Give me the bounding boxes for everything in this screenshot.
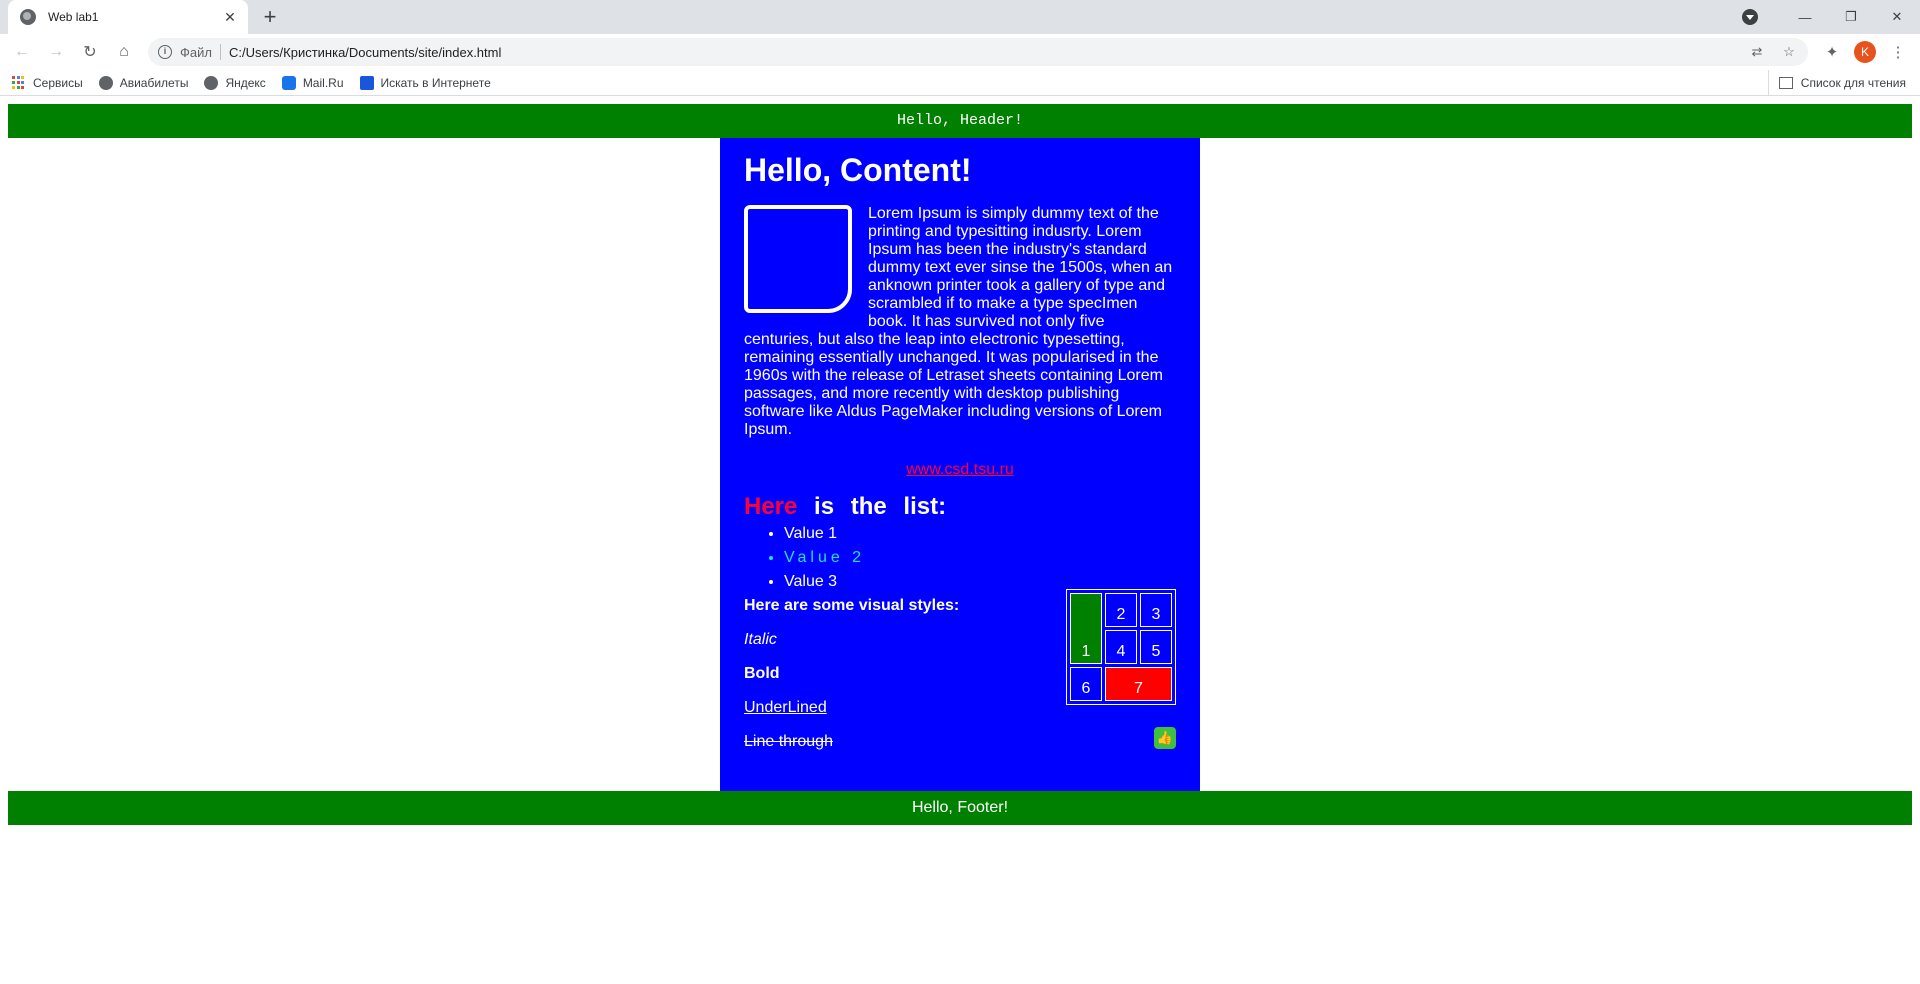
mail-icon bbox=[281, 75, 296, 90]
visual-styles-block: Here are some visual styles: Italic Bold… bbox=[744, 589, 1176, 751]
bookmark-mailru[interactable]: Mail.Ru bbox=[281, 75, 344, 90]
reading-list-label: Список для чтения bbox=[1800, 76, 1906, 90]
search-icon bbox=[359, 75, 374, 90]
table-cell: 7 bbox=[1105, 667, 1172, 701]
extensions-area: ✦ K ⋮ bbox=[1818, 41, 1912, 63]
globe-icon bbox=[20, 9, 36, 25]
list-title-rest: is the list: bbox=[814, 493, 947, 520]
bookmark-aviabilety[interactable]: Авиабилеты bbox=[98, 75, 189, 90]
url-separator bbox=[219, 44, 221, 60]
csd-link[interactable]: www.csd.tsu.ru bbox=[906, 461, 1014, 478]
bookmark-label: Сервисы bbox=[33, 75, 83, 90]
bookmark-label: Яндекс bbox=[225, 75, 266, 90]
bookmark-star-icon[interactable]: ☆ bbox=[1780, 44, 1798, 60]
list-title: Here is the list: bbox=[744, 493, 1176, 521]
bookmark-label: Авиабилеты bbox=[119, 75, 189, 90]
content-title: Hello, Content! bbox=[744, 152, 972, 188]
url-text[interactable]: C:/Users/Кристинка/Documents/site/index.… bbox=[229, 45, 1734, 60]
values-list: Value 1 Value 2 Value 3 bbox=[784, 525, 1176, 591]
globe-icon bbox=[204, 75, 219, 90]
list-title-here: Here bbox=[744, 493, 798, 520]
forward-icon[interactable]: → bbox=[42, 38, 70, 66]
table-cell: 4 bbox=[1105, 630, 1137, 664]
tab-strip: Web lab1 ✕ + — ❐ ✕ bbox=[0, 0, 1920, 34]
browser-tab[interactable]: Web lab1 ✕ bbox=[8, 0, 248, 34]
table-cell: 2 bbox=[1105, 593, 1137, 627]
cells-table: 1 2 3 4 5 6 7 bbox=[1066, 589, 1176, 705]
minimize-button[interactable]: — bbox=[1782, 10, 1828, 25]
bookmark-search[interactable]: Искать в Интернете bbox=[359, 75, 491, 90]
info-icon[interactable]: i bbox=[158, 45, 172, 59]
apps-grid-icon bbox=[12, 75, 26, 90]
new-tab-button[interactable]: + bbox=[256, 3, 284, 31]
rounded-box bbox=[744, 205, 852, 313]
link-container: www.csd.tsu.ru bbox=[744, 461, 1176, 479]
browser-toolbar: ← → ↻ ⌂ i Файл C:/Users/Кристинка/Docume… bbox=[0, 34, 1920, 70]
back-icon[interactable]: ← bbox=[8, 38, 36, 66]
page-header: Hello, Header! bbox=[8, 104, 1912, 138]
table-cell: 1 bbox=[1070, 593, 1102, 664]
tab-search-icon[interactable] bbox=[1742, 9, 1758, 25]
bookmark-label: Искать в Интернете bbox=[380, 75, 491, 90]
content-section: Hello, Content! Lorem Ipsum is simply du… bbox=[720, 138, 1200, 791]
window-controls: — ❐ ✕ bbox=[1742, 0, 1920, 34]
restore-button[interactable]: ❐ bbox=[1828, 9, 1874, 25]
list-item: Value 1 bbox=[784, 525, 1176, 543]
bookmark-yandex[interactable]: Яндекс bbox=[204, 75, 266, 90]
thumbs-up-icon: 👍 bbox=[1154, 727, 1176, 749]
bookmark-label: Mail.Ru bbox=[302, 75, 344, 90]
style-linethrough: Line through bbox=[744, 733, 833, 750]
table-cell: 3 bbox=[1140, 593, 1172, 627]
address-bar[interactable]: i Файл C:/Users/Кристинка/Documents/site… bbox=[148, 38, 1808, 66]
url-scheme: Файл bbox=[180, 44, 212, 60]
reload-icon[interactable]: ↻ bbox=[76, 38, 104, 66]
extensions-puzzle-icon[interactable]: ✦ bbox=[1818, 43, 1846, 61]
bookmark-services[interactable]: Сервисы bbox=[12, 75, 83, 90]
tab-title: Web lab1 bbox=[48, 10, 99, 24]
close-tab-icon[interactable]: ✕ bbox=[222, 9, 238, 26]
list-item: Value 2 bbox=[784, 549, 1176, 567]
page-viewport: Hello, Header! Hello, Content! Lorem Ips… bbox=[0, 96, 1920, 984]
menu-kebab-icon[interactable]: ⋮ bbox=[1884, 43, 1912, 61]
table-cell: 5 bbox=[1140, 630, 1172, 664]
profile-avatar[interactable]: K bbox=[1854, 41, 1876, 63]
table-cell: 6 bbox=[1070, 667, 1102, 701]
home-icon[interactable]: ⌂ bbox=[110, 38, 138, 66]
bookmarks-bar: Сервисы Авиабилеты Яндекс Mail.Ru Искать… bbox=[0, 70, 1920, 96]
close-window-button[interactable]: ✕ bbox=[1874, 9, 1920, 25]
page-footer: Hello, Footer! bbox=[8, 791, 1912, 825]
translate-icon[interactable]: ⇄ bbox=[1748, 44, 1766, 60]
reading-list-icon bbox=[1778, 77, 1793, 89]
reading-list-button[interactable]: Список для чтения bbox=[1767, 70, 1906, 96]
globe-icon bbox=[98, 75, 113, 90]
